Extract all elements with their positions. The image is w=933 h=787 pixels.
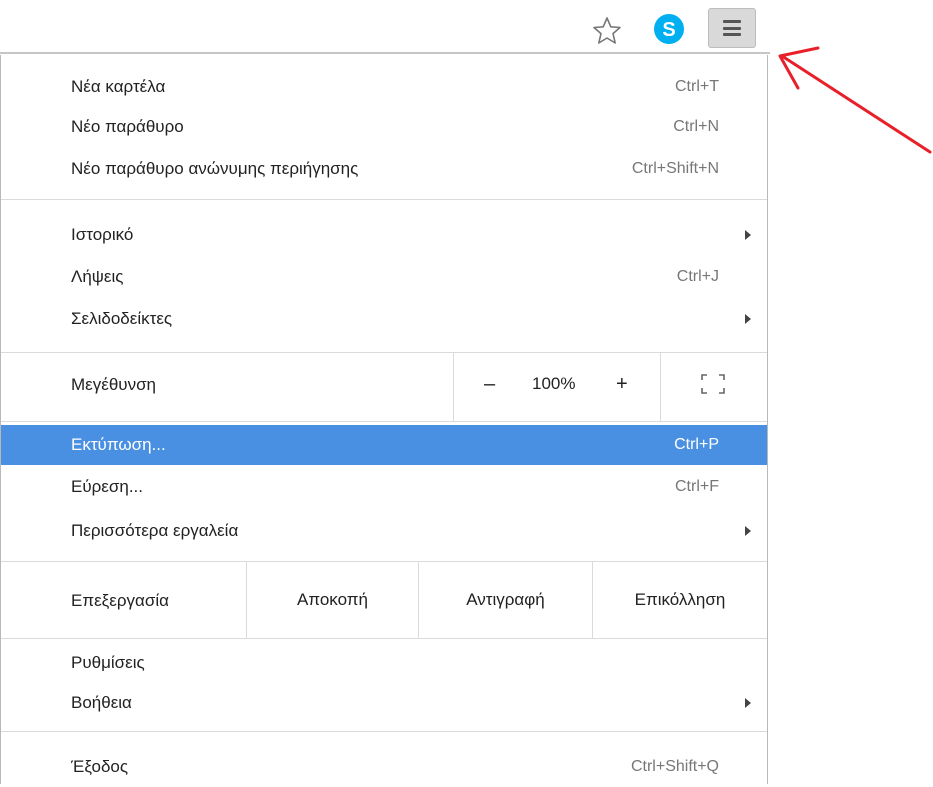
menu-item-label: Νέα καρτέλα: [71, 77, 166, 96]
zoom-level: 100%: [532, 374, 576, 393]
submenu-arrow-icon: [745, 526, 751, 536]
copy-button[interactable]: Αντιγραφή: [418, 562, 592, 638]
menu-item-more-tools[interactable]: Περισσότερα εργαλεία: [1, 511, 767, 551]
toolbar-divider: [0, 52, 770, 54]
menu-item-label: Εκτύπωση...: [71, 435, 166, 454]
menu-item-shortcut: Ctrl+N: [673, 118, 719, 135]
submenu-arrow-icon: [745, 698, 751, 708]
chrome-menu: Νέα καρτέλα Ctrl+T Νέο παράθυρο Ctrl+N Ν…: [0, 55, 768, 784]
menu-item-label: Σελιδοδείκτες: [71, 309, 173, 328]
menu-item-shortcut: Ctrl+Shift+N: [631, 160, 719, 177]
edit-row: Επεξεργασία Αποκοπή Αντιγραφή Επικόλληση: [1, 562, 767, 638]
star-icon[interactable]: [592, 16, 622, 46]
chrome-menu-button[interactable]: [708, 8, 756, 48]
zoom-controls: – 100% +: [453, 353, 661, 421]
menu-item-label: Περισσότερα εργαλεία: [71, 521, 239, 540]
zoom-row: Μεγέθυνση – 100% +: [1, 353, 767, 421]
submenu-arrow-icon: [745, 230, 751, 240]
menu-item-print[interactable]: Εκτύπωση... Ctrl+P: [1, 425, 767, 465]
edit-label: Επεξεργασία: [71, 591, 169, 610]
paste-button[interactable]: Επικόλληση: [592, 562, 767, 638]
menu-item-label: Εύρεση...: [71, 477, 144, 496]
menu-separator: [1, 199, 767, 200]
cut-label: Αποκοπή: [297, 590, 368, 609]
menu-item-label: Νέο παράθυρο ανώνυμης περιήγησης: [71, 159, 359, 178]
menu-item-downloads[interactable]: Λήψεις Ctrl+J: [1, 257, 767, 297]
menu-separator: [1, 731, 767, 732]
zoom-out-button[interactable]: –: [484, 373, 495, 396]
menu-item-new-tab[interactable]: Νέα καρτέλα Ctrl+T: [1, 67, 767, 107]
menu-item-help[interactable]: Βοήθεια: [1, 683, 767, 723]
menu-item-label: Βοήθεια: [71, 693, 132, 712]
paste-label: Επικόλληση: [634, 590, 726, 609]
cut-button[interactable]: Αποκοπή: [246, 562, 418, 638]
copy-label: Αντιγραφή: [466, 590, 545, 609]
menu-item-exit[interactable]: Έξοδος Ctrl+Shift+Q: [1, 747, 767, 787]
menu-item-new-window[interactable]: Νέο παράθυρο Ctrl+N: [1, 107, 767, 147]
menu-separator: [1, 421, 767, 422]
zoom-label: Μεγέθυνση: [71, 375, 157, 394]
menu-item-history[interactable]: Ιστορικό: [1, 215, 767, 255]
menu-item-bookmarks[interactable]: Σελιδοδείκτες: [1, 299, 767, 339]
menu-item-label: Ρυθμίσεις: [71, 653, 145, 672]
menu-item-shortcut: Ctrl+Shift+Q: [630, 758, 719, 775]
menu-item-incognito[interactable]: Νέο παράθυρο ανώνυμης περιήγησης Ctrl+Sh…: [1, 149, 767, 189]
menu-item-settings[interactable]: Ρυθμίσεις: [1, 643, 767, 683]
menu-item-label: Νέο παράθυρο: [71, 117, 184, 136]
svg-text:S: S: [662, 19, 675, 41]
menu-item-shortcut: Ctrl+J: [676, 268, 719, 285]
menu-item-label: Ιστορικό: [71, 225, 134, 244]
submenu-arrow-icon: [745, 314, 751, 324]
menu-item-shortcut: Ctrl+P: [674, 436, 719, 453]
menu-item-shortcut: Ctrl+F: [675, 478, 719, 495]
browser-toolbar: S: [0, 0, 770, 54]
fullscreen-icon[interactable]: [701, 374, 725, 394]
hamburger-icon: [723, 20, 741, 36]
menu-item-label: Έξοδος: [71, 757, 129, 776]
menu-separator: [1, 638, 767, 639]
menu-item-shortcut: Ctrl+T: [675, 78, 719, 95]
skype-icon[interactable]: S: [652, 12, 686, 46]
menu-item-find[interactable]: Εύρεση... Ctrl+F: [1, 467, 767, 507]
annotation-arrow-icon: [778, 46, 932, 154]
zoom-in-button[interactable]: +: [616, 373, 628, 396]
menu-item-label: Λήψεις: [71, 267, 124, 286]
